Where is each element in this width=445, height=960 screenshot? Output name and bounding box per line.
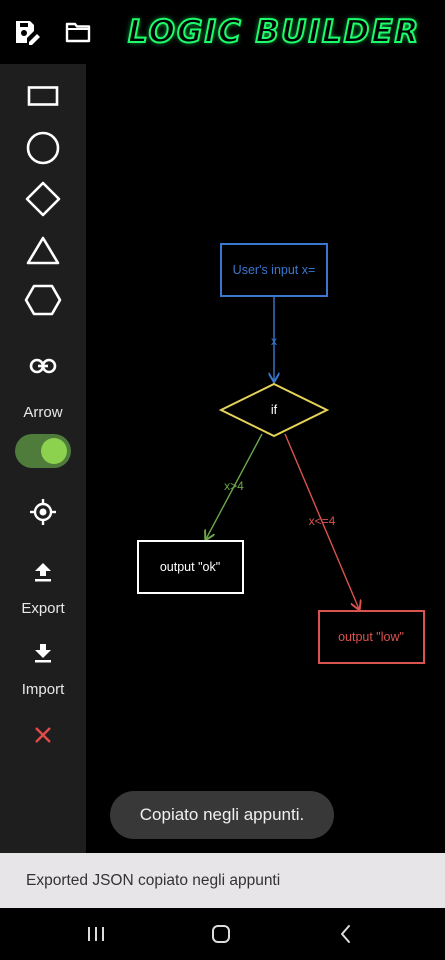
- circle-tool-icon[interactable]: [21, 126, 65, 170]
- folder-icon[interactable]: [64, 18, 92, 46]
- snackbar: Exported JSON copiato negli appunti: [0, 853, 445, 908]
- recent-apps-icon[interactable]: [84, 922, 108, 946]
- snackbar-message: Exported JSON copiato negli appunti: [26, 871, 281, 889]
- arrow-label: Arrow: [23, 404, 63, 421]
- import-button[interactable]: Import: [0, 681, 86, 698]
- output-ok-label: output "ok": [160, 560, 220, 574]
- tool-sidebar: Arrow Export Import: [0, 64, 86, 853]
- input-node-label: User's input x=: [233, 263, 316, 277]
- edge-label-gt: x>4: [224, 479, 244, 493]
- edge-label-le: x<=4: [309, 514, 336, 528]
- output-low-label: output "low": [338, 630, 404, 644]
- close-icon[interactable]: [21, 713, 65, 757]
- upload-icon[interactable]: [21, 550, 65, 594]
- diagram-canvas[interactable]: x x>4 x<=4 User's input x= if output "ok…: [86, 64, 445, 853]
- home-icon[interactable]: [209, 922, 233, 946]
- back-icon[interactable]: [334, 922, 358, 946]
- export-button[interactable]: Export: [0, 600, 86, 617]
- rectangle-tool-icon[interactable]: [21, 74, 65, 118]
- edge-label-x: x: [271, 334, 277, 348]
- diamond-tool-icon[interactable]: [21, 177, 65, 221]
- decision-node-label: if: [271, 403, 278, 417]
- app-logo: Logic Builder: [127, 13, 421, 51]
- hexagon-tool-icon[interactable]: [21, 278, 65, 322]
- toggle-knob: [41, 438, 67, 464]
- triangle-tool-icon[interactable]: [21, 228, 65, 272]
- system-nav-bar: [0, 908, 445, 960]
- top-bar: Logic Builder: [0, 0, 445, 64]
- download-icon[interactable]: [21, 631, 65, 675]
- toast-message: Copiato negli appunti.: [110, 791, 334, 839]
- link-icon[interactable]: [21, 344, 65, 388]
- locate-target-icon[interactable]: [21, 490, 65, 534]
- new-file-edit-icon[interactable]: [13, 18, 41, 46]
- arrow-toggle[interactable]: [15, 434, 71, 468]
